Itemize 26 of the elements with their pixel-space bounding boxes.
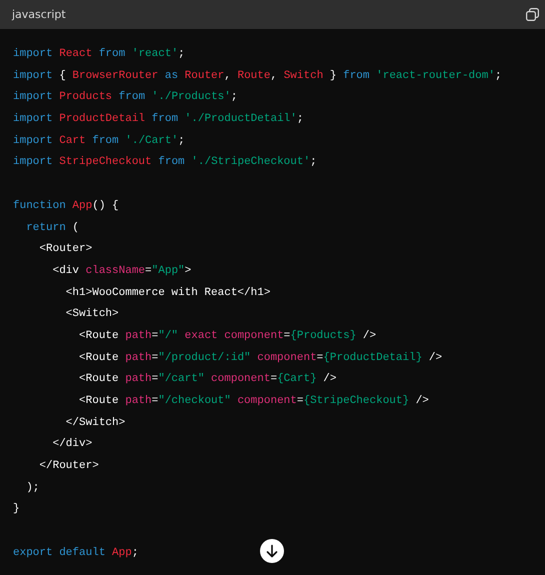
- code-line: );: [25, 480, 40, 496]
- code-line: <Router>: [38, 242, 92, 258]
- code-line: return (: [25, 220, 80, 236]
- code-line: import Products from './Products';: [13, 90, 238, 106]
- copy-icon[interactable]: [526, 8, 539, 21]
- code-line: <Switch>: [64, 307, 119, 322]
- code-line: <Route path="/" exact component={Products} />: [78, 328, 376, 344]
- code-line: </div>: [52, 437, 92, 452]
- code-line: import { BrowserRouter as Router, Route, Switch } from 'react-router-dom';: [13, 68, 502, 84]
- code-line: }: [13, 502, 20, 518]
- code-line: <Route path="/product/:id" component={ProductDetail} />: [78, 350, 442, 366]
- code-line: <div className="App">: [52, 264, 192, 279]
- code-line: <h1>WooCommerce with React</h1>: [64, 286, 270, 301]
- code-line: import StripeCheckout from './StripeCheckout';: [13, 155, 317, 170]
- code-line: export default App;: [13, 546, 138, 561]
- code-line: </Switch>: [64, 416, 126, 431]
- code-line: import ProductDetail from './ProductDetail';: [13, 112, 304, 128]
- code-line: import Cart from './Cart';: [13, 134, 185, 149]
- code-line: </Router>: [38, 459, 99, 474]
- code-line: function App() {: [13, 198, 119, 214]
- code-line: <Route path="/checkout" component={StripeCheckout} />: [78, 394, 429, 409]
- code-line: import React from 'react';: [13, 47, 185, 62]
- arrow-down-icon: [265, 544, 279, 558]
- code-line: <Route path="/cart" component={Cart} />: [78, 372, 336, 388]
- language-label: javascript: [12, 8, 66, 21]
- scroll-down-button[interactable]: [260, 539, 284, 563]
